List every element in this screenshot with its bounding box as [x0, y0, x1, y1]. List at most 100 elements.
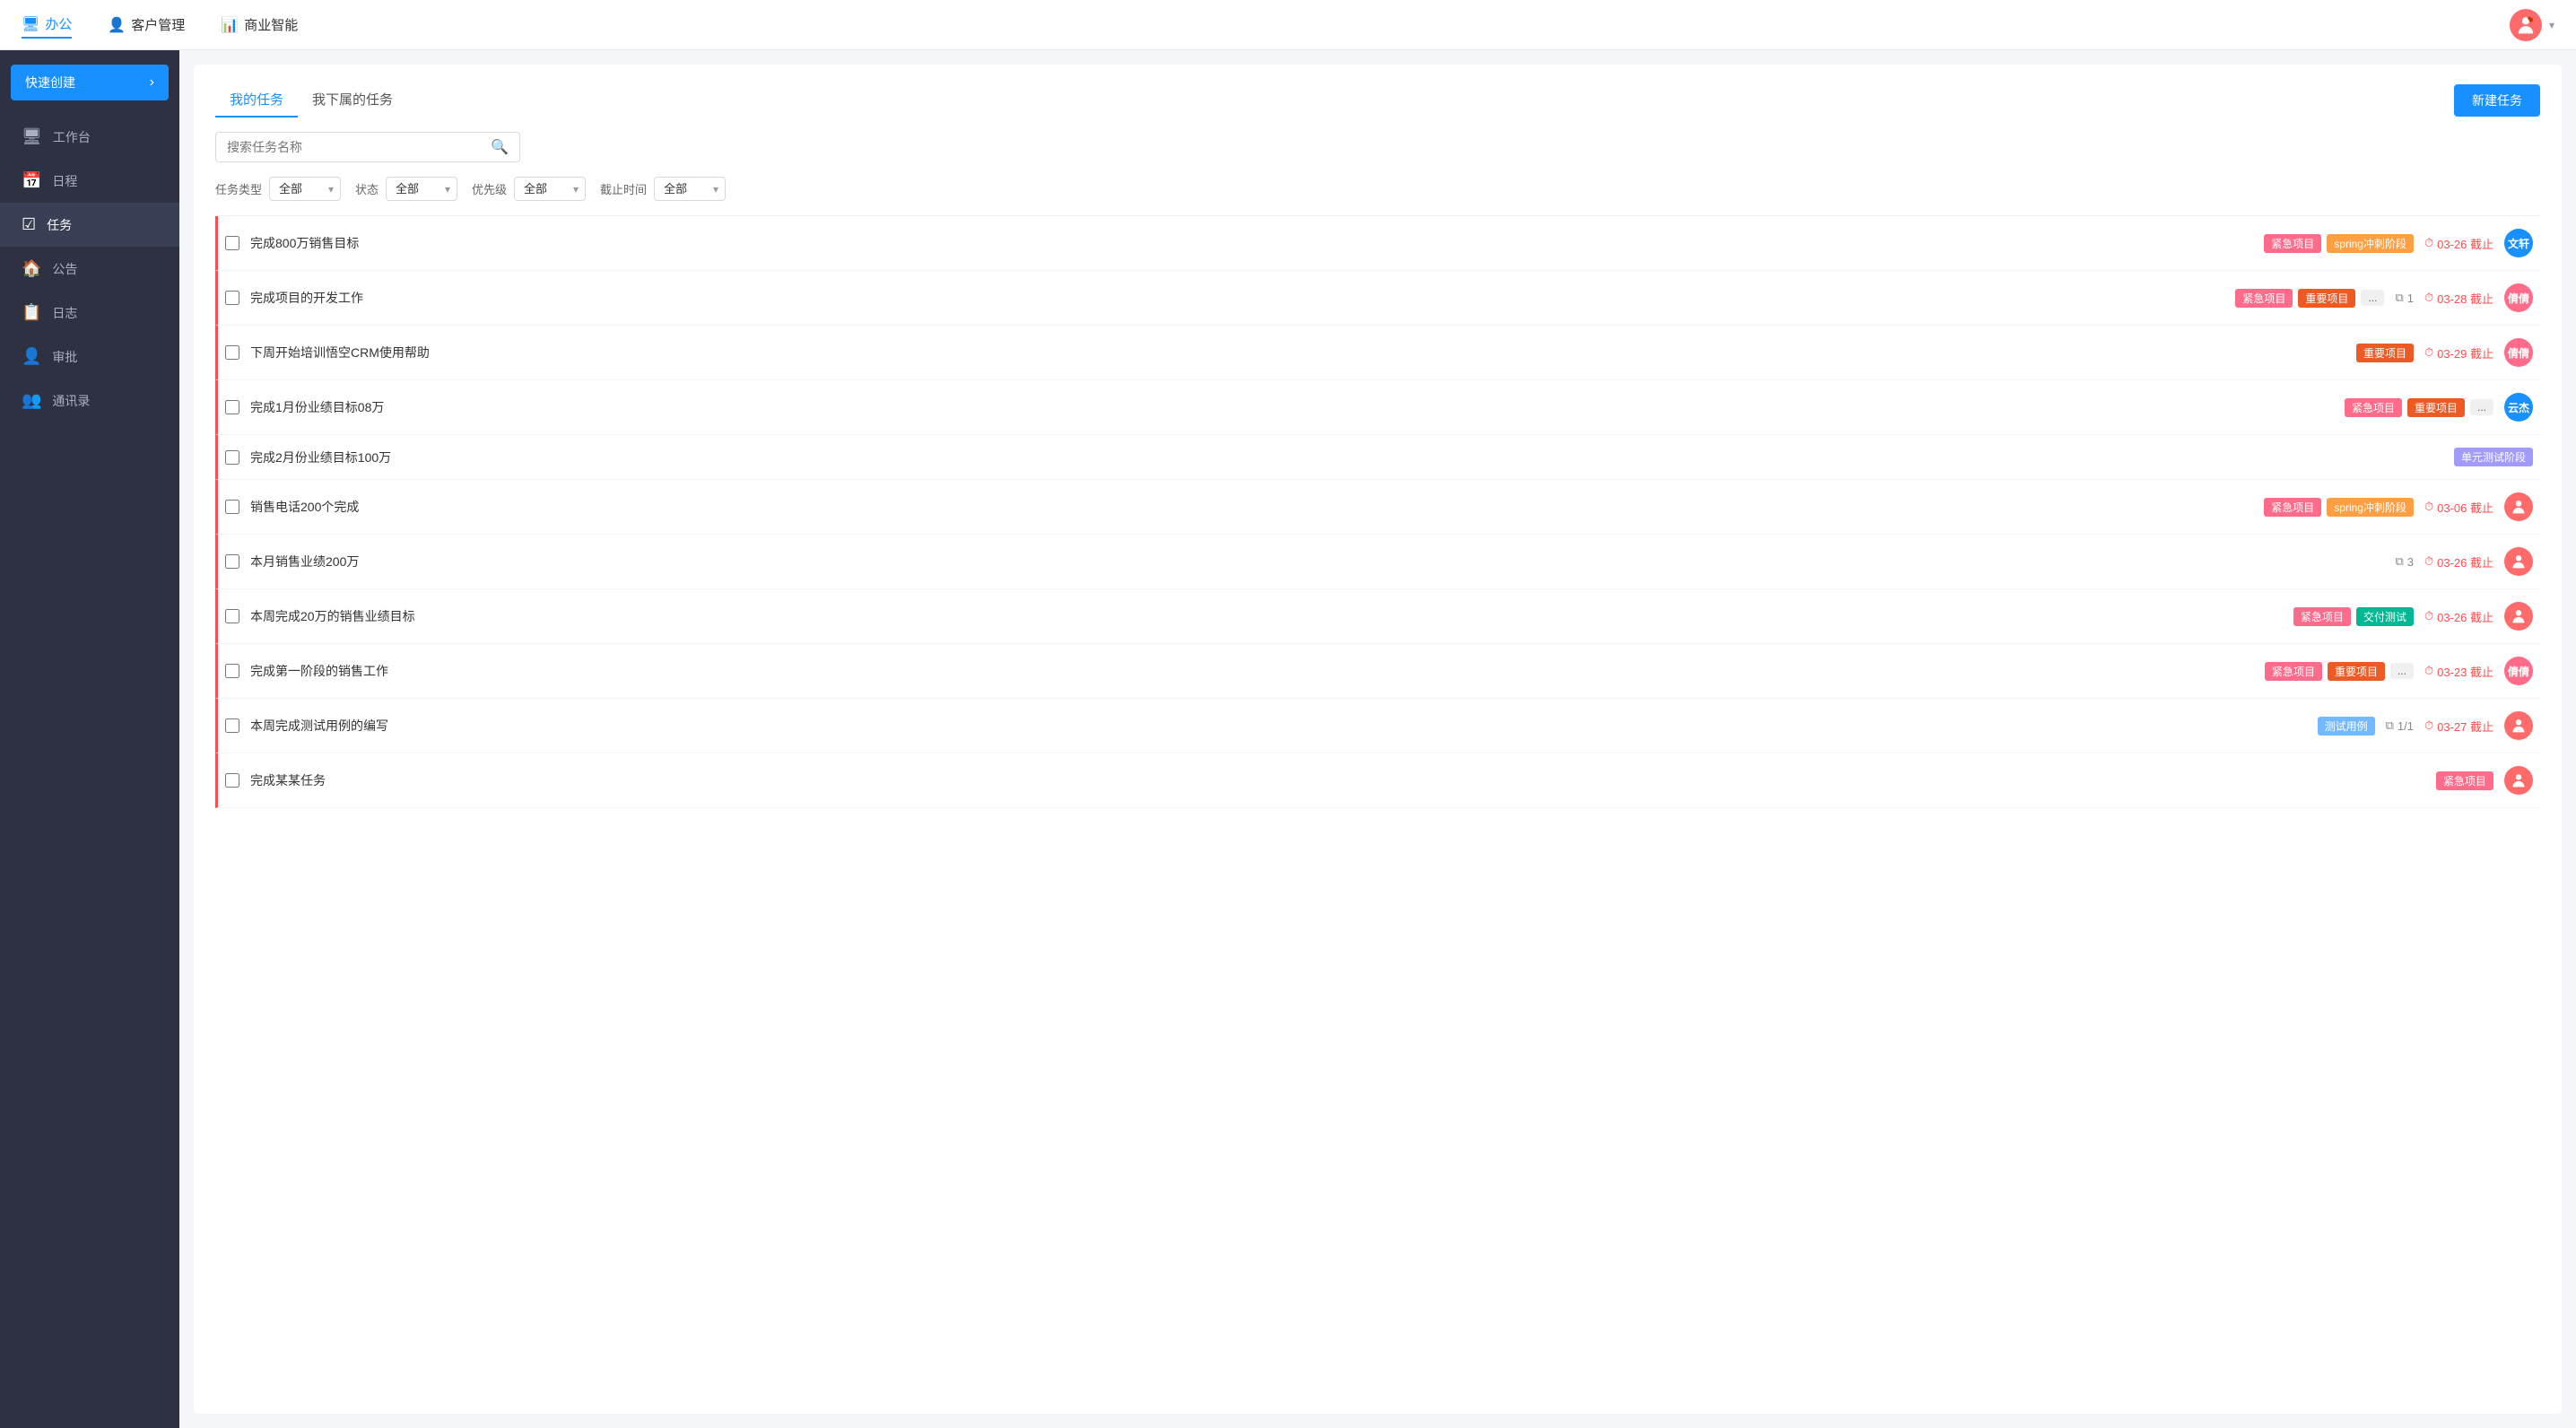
sidebar-item-task[interactable]: ☑ 任务 [0, 203, 179, 247]
task-row: 完成第一阶段的销售工作紧急项目重要项目...⏱ 03-23 截止倩倩 [215, 644, 2540, 699]
task-row: 完成项目的开发工作紧急项目重要项目...⧉ 1⏱ 03-28 截止倩倩 [215, 271, 2540, 326]
task-deadline: ⏱ 03-26 截止 [2424, 235, 2493, 252]
task-name: 本周完成20万的销售业绩目标 [250, 607, 2283, 625]
task-checkbox[interactable] [225, 345, 239, 360]
task-subtask: ⧉ 1 [2395, 291, 2414, 305]
task-name: 本月销售业绩200万 [250, 553, 2373, 570]
task-tag[interactable]: 紧急项目 [2345, 398, 2402, 417]
task-tag[interactable]: 重要项目 [2407, 398, 2465, 417]
task-tag[interactable]: spring冲刺阶段 [2327, 234, 2414, 253]
task-avatar[interactable]: 倩倩 [2504, 283, 2533, 312]
task-avatar[interactable]: 云杰 [2504, 393, 2533, 422]
task-checkbox[interactable] [225, 500, 239, 514]
task-tag[interactable]: 单元测试阶段 [2454, 448, 2533, 466]
sidebar-item-contacts[interactable]: 👥 通讯录 [0, 379, 179, 422]
top-nav: 🖥 办公 👤 客户管理 📊 商业智能 ▾ [0, 0, 2576, 50]
nav-item-office[interactable]: 🖥 办公 [22, 11, 72, 39]
task-tag[interactable]: 测试用例 [2318, 717, 2375, 736]
task-icon: ☑ [22, 215, 36, 234]
nav-label-customer: 客户管理 [131, 15, 185, 34]
task-deadline: ⏱ 03-27 截止 [2424, 718, 2493, 735]
task-checkbox[interactable] [225, 773, 239, 788]
nav-item-customer[interactable]: 👤 客户管理 [108, 12, 185, 38]
deadline-select[interactable]: 全部 [654, 177, 726, 201]
task-name: 完成2月份业绩目标100万 [250, 448, 2443, 466]
quick-create-label: 快速创建 [25, 74, 75, 91]
task-avatar[interactable]: 倩倩 [2504, 657, 2533, 685]
nav-item-bi[interactable]: 📊 商业智能 [221, 12, 298, 38]
clock-icon: ⏱ [2424, 236, 2433, 250]
task-tag[interactable]: 紧急项目 [2235, 289, 2293, 308]
task-tag[interactable]: 重要项目 [2356, 344, 2414, 362]
task-tag[interactable]: ... [2361, 290, 2384, 306]
task-tags: 紧急项目重要项目... [2345, 398, 2493, 417]
task-avatar[interactable] [2504, 547, 2533, 576]
new-task-button[interactable]: 新建任务 [2454, 84, 2540, 117]
deadline-select-wrapper: 全部 [654, 177, 726, 201]
task-avatar[interactable]: 文轩 [2504, 229, 2533, 257]
task-avatar[interactable]: 倩倩 [2504, 338, 2533, 367]
task-checkbox[interactable] [225, 554, 239, 569]
task-tag[interactable]: 紧急项目 [2264, 234, 2321, 253]
tab-subordinate-tasks[interactable]: 我下属的任务 [298, 83, 407, 118]
search-input[interactable] [227, 140, 491, 154]
bi-icon: 📊 [221, 16, 239, 34]
sidebar-item-approval[interactable]: 👤 审批 [0, 335, 179, 379]
task-avatar[interactable] [2504, 766, 2533, 795]
log-icon: 📋 [22, 303, 41, 322]
task-avatar[interactable] [2504, 602, 2533, 631]
task-row: 完成某某任务紧急项目 [215, 753, 2540, 808]
sidebar-item-approval-label: 审批 [52, 348, 77, 366]
task-type-select-wrapper: 全部 [269, 177, 341, 201]
task-tag[interactable]: ... [2390, 663, 2414, 679]
user-dropdown-arrow[interactable]: ▾ [2549, 19, 2554, 31]
contacts-icon: 👥 [22, 391, 41, 410]
task-subtask: ⧉ 1/1 [2386, 718, 2414, 733]
subtask-icon: ⧉ [2386, 718, 2394, 733]
sidebar-item-task-label: 任务 [47, 216, 72, 234]
priority-select[interactable]: 全部 [514, 177, 586, 201]
task-checkbox[interactable] [225, 400, 239, 414]
sidebar-item-log[interactable]: 📋 日志 [0, 291, 179, 335]
subtask-icon: ⧉ [2395, 554, 2403, 569]
status-select[interactable]: 全部 [386, 177, 457, 201]
clock-icon: ⏱ [2424, 664, 2433, 678]
task-checkbox[interactable] [225, 236, 239, 250]
task-type-select[interactable]: 全部 [269, 177, 341, 201]
task-name: 本周完成测试用例的编写 [250, 717, 2307, 735]
task-type-label: 任务类型 [215, 180, 262, 197]
task-tag[interactable]: ... [2470, 399, 2493, 415]
task-tag[interactable]: 交付测试 [2356, 607, 2414, 626]
task-tag[interactable]: 重要项目 [2328, 662, 2385, 681]
task-row: 本周完成测试用例的编写测试用例 ⧉ 1/1 ⏱ 03-27 截止 [215, 699, 2540, 753]
task-tags: 紧急项目 spring冲刺阶段 [2264, 498, 2414, 517]
task-checkbox[interactable] [225, 718, 239, 733]
user-avatar[interactable] [2510, 9, 2542, 41]
task-tag[interactable]: 紧急项目 [2265, 662, 2322, 681]
task-tag[interactable]: 紧急项目 [2436, 771, 2493, 790]
task-checkbox[interactable] [225, 609, 239, 623]
tab-my-tasks[interactable]: 我的任务 [215, 83, 298, 118]
workbench-icon: 🖥 [22, 127, 42, 146]
task-tag[interactable]: 紧急项目 [2293, 607, 2351, 626]
task-avatar[interactable] [2504, 492, 2533, 521]
task-tags: 紧急项目交付测试 [2293, 607, 2414, 626]
task-tag[interactable]: 重要项目 [2298, 289, 2355, 308]
quick-create-button[interactable]: 快速创建 › [11, 65, 169, 100]
task-avatar[interactable] [2504, 711, 2533, 740]
task-name: 完成800万销售目标 [250, 234, 2253, 252]
clock-icon: ⏱ [2424, 345, 2433, 360]
nav-label-office: 办公 [45, 14, 72, 33]
task-deadline: ⏱ 03-26 截止 [2424, 553, 2493, 570]
sidebar-item-schedule[interactable]: 📅 日程 [0, 159, 179, 203]
task-checkbox[interactable] [225, 291, 239, 305]
task-tags: 测试用例 [2318, 717, 2375, 736]
nav-items: 🖥 办公 👤 客户管理 📊 商业智能 [22, 11, 2510, 39]
task-checkbox[interactable] [225, 450, 239, 465]
sidebar-item-workbench[interactable]: 🖥 工作台 [0, 115, 179, 159]
schedule-icon: 📅 [22, 171, 41, 190]
task-tag[interactable]: spring冲刺阶段 [2327, 498, 2414, 517]
task-checkbox[interactable] [225, 664, 239, 678]
sidebar-item-notice[interactable]: 🏠 公告 [0, 247, 179, 291]
task-tag[interactable]: 紧急项目 [2264, 498, 2321, 517]
